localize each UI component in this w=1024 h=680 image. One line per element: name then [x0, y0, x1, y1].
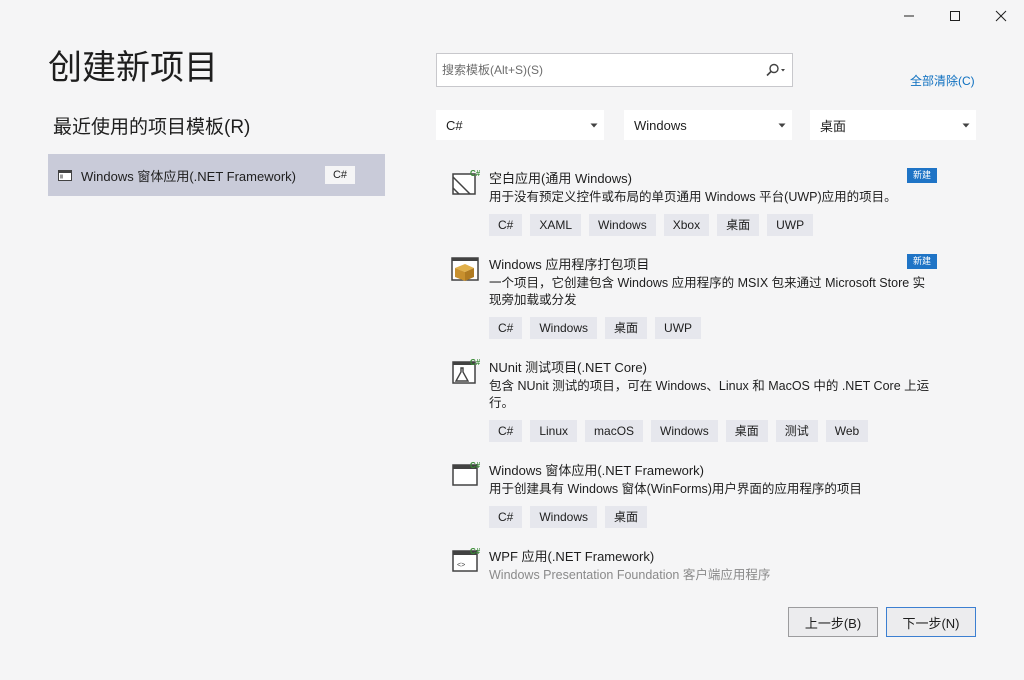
clear-all-link[interactable]: 全部清除(C)	[910, 72, 975, 89]
template-title: NUnit 测试项目(.NET Core)	[489, 360, 647, 375]
maximize-icon	[950, 11, 960, 21]
new-badge: 新建	[907, 168, 938, 183]
tag: Linux	[530, 420, 578, 442]
template-item-blank-app-uwp[interactable]: C# 空白应用(通用 Windows) 新建 用于没有预定义控件或布局的单页通用…	[436, 160, 986, 246]
template-item-nunit-test[interactable]: C# NUnit 测试项目(.NET Core) 包含 NUnit 测试的项目，…	[436, 349, 986, 452]
template-tags: C# Linux macOS Windows 桌面 测试 Web	[489, 420, 869, 442]
search-input[interactable]	[437, 54, 760, 86]
template-title: Windows 应用程序打包项目	[489, 257, 650, 272]
close-button[interactable]	[978, 0, 1024, 32]
minimize-icon	[904, 15, 914, 17]
window-controls	[886, 0, 1024, 32]
tag: XAML	[530, 214, 582, 236]
tag: macOS	[585, 420, 644, 442]
next-button[interactable]: 下一步(N)	[886, 607, 976, 637]
winforms-app-icon: C#	[452, 461, 480, 486]
platform-filter-value: Windows	[634, 117, 687, 133]
language-filter-value: C#	[446, 117, 463, 133]
tag: Windows	[530, 506, 598, 528]
tag: Windows	[651, 420, 718, 442]
tag: Xbox	[663, 214, 710, 236]
tag: 测试	[775, 420, 818, 442]
chevron-down-icon	[778, 123, 786, 127]
recent-template-label: Windows 窗体应用(.NET Framework)	[81, 168, 297, 184]
template-tags: C# XAML Windows Xbox 桌面 UWP	[489, 214, 814, 236]
template-title: WPF 应用(.NET Framework)	[489, 549, 655, 564]
svg-text:C#: C#	[470, 461, 480, 470]
template-item-winforms-app[interactable]: C# Windows 窗体应用(.NET Framework) 用于创建具有 W…	[436, 452, 986, 538]
tag: Windows	[589, 214, 656, 236]
svg-text:<>: <>	[457, 562, 465, 569]
project-type-filter-dropdown[interactable]: 桌面	[810, 110, 976, 140]
tag: C#	[489, 317, 523, 339]
template-description: 用于创建具有 Windows 窗体(WinForms)用户界面的应用程序的项目	[489, 482, 862, 496]
tag: 桌面	[605, 317, 648, 339]
tag: UWP	[767, 214, 814, 236]
tag: Windows	[530, 317, 598, 339]
chevron-down-icon	[962, 123, 970, 127]
minimize-button[interactable]	[886, 0, 932, 32]
close-icon	[995, 10, 1007, 22]
recent-templates-heading: 最近使用的项目模板(R)	[53, 117, 251, 138]
tag: 桌面	[605, 506, 648, 528]
template-description: 包含 NUnit 测试的项目，可在 Windows、Linux 和 MacOS …	[489, 379, 930, 410]
uwp-blank-app-icon: C#	[452, 169, 480, 195]
project-type-filter-value: 桌面	[820, 118, 847, 134]
winforms-icon	[58, 170, 72, 181]
nunit-test-icon: C#	[452, 358, 480, 384]
tag: C#	[489, 506, 523, 528]
recent-template-item[interactable]: Windows 窗体应用(.NET Framework) C#	[48, 154, 385, 196]
tag: 桌面	[717, 214, 760, 236]
template-item-wpf-app[interactable]: <> C# WPF 应用(.NET Framework) Windows Pre…	[436, 538, 986, 582]
template-description: 一个项目，它创建包含 Windows 应用程序的 MSIX 包来通过 Micro…	[489, 276, 926, 307]
svg-text:C#: C#	[470, 169, 480, 178]
template-title: Windows 窗体应用(.NET Framework)	[489, 463, 705, 478]
tag: UWP	[655, 317, 702, 339]
search-box	[436, 53, 793, 87]
new-badge: 新建	[907, 254, 938, 269]
template-title: 空白应用(通用 Windows)	[489, 171, 633, 186]
wpf-app-icon: <> C#	[452, 547, 480, 572]
language-filter-dropdown[interactable]: C#	[436, 110, 604, 140]
svg-text:C#: C#	[470, 547, 480, 556]
back-button[interactable]: 上一步(B)	[788, 607, 878, 637]
template-description: 用于没有预定义控件或布局的单页通用 Windows 平台(UWP)应用的项目。	[489, 190, 897, 204]
tag: C#	[489, 420, 523, 442]
template-description: Windows Presentation Foundation 客户端应用程序	[489, 568, 771, 582]
tag: Web	[825, 420, 869, 442]
template-tags: C# Windows 桌面 UWP	[489, 317, 702, 339]
tag: C#	[489, 214, 523, 236]
maximize-button[interactable]	[932, 0, 978, 32]
recent-template-lang: C#	[324, 166, 355, 184]
template-tags: C# Windows 桌面	[489, 506, 648, 528]
template-item-packaging-project[interactable]: Windows 应用程序打包项目 新建 一个项目，它创建包含 Windows 应…	[436, 246, 986, 349]
platform-filter-dropdown[interactable]: Windows	[624, 110, 792, 140]
packaging-project-icon	[451, 257, 479, 281]
svg-text:C#: C#	[470, 358, 480, 367]
chevron-down-icon	[590, 123, 598, 127]
page-title: 创建新项目	[48, 49, 218, 87]
search-button[interactable]	[760, 54, 792, 86]
template-list: C# 空白应用(通用 Windows) 新建 用于没有预定义控件或布局的单页通用…	[436, 160, 986, 582]
tag: 桌面	[725, 420, 768, 442]
search-icon	[766, 63, 785, 77]
